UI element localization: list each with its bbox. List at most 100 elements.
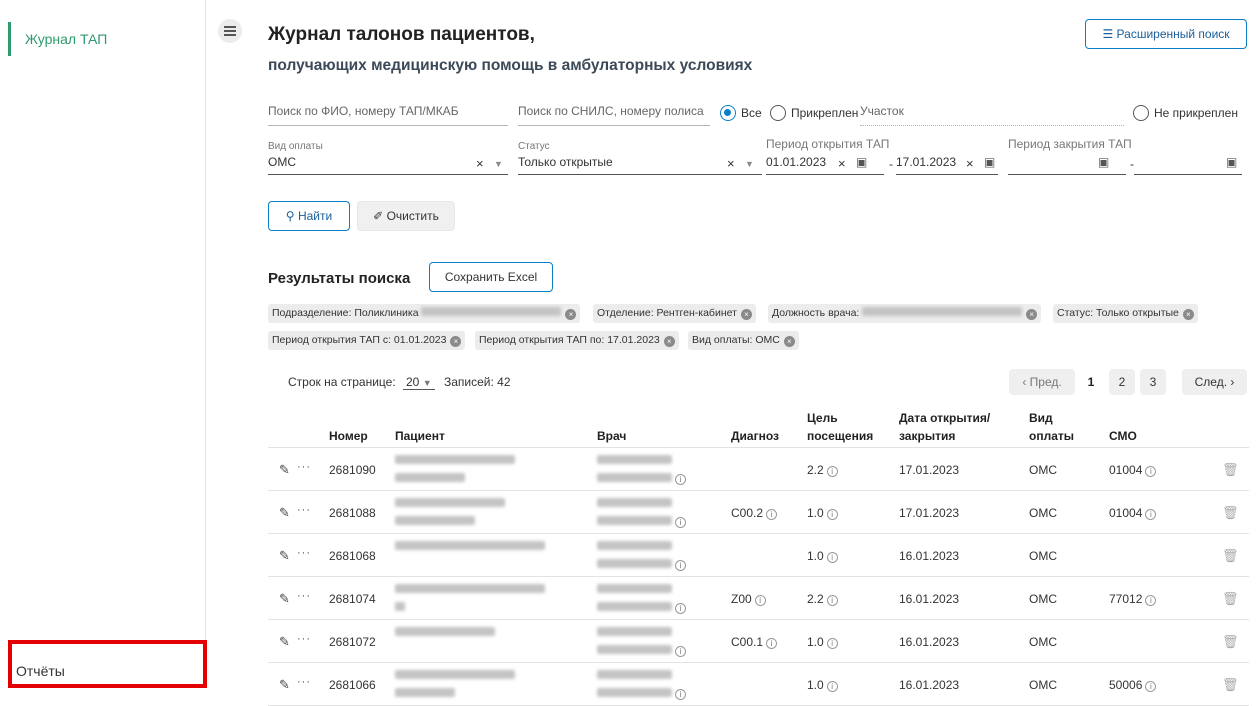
more-icon[interactable]: ··· — [297, 676, 311, 688]
more-icon[interactable]: ··· — [297, 461, 311, 473]
save-excel-button[interactable]: Сохранить Excel — [429, 262, 553, 292]
info-icon[interactable]: i — [675, 689, 686, 700]
calendar-icon[interactable]: ▣ — [984, 155, 995, 169]
remove-chip-icon[interactable]: × — [1182, 309, 1194, 320]
edit-icon[interactable]: ✎ — [279, 548, 290, 564]
chevron-down-icon[interactable]: ▼ — [494, 159, 503, 169]
cell-number[interactable]: 2681072 — [329, 635, 376, 649]
cell-number[interactable]: 2681090 — [329, 463, 376, 477]
snils-placeholder: Поиск по СНИЛС, номеру полиса — [518, 104, 704, 118]
fio-search-input[interactable]: Поиск по ФИО, номеру ТАП/МКАБ — [268, 104, 508, 126]
chevron-down-icon[interactable]: ▼ — [745, 159, 754, 169]
open-to-date[interactable]: 17.01.2023 × ▣ — [896, 155, 998, 175]
calendar-icon[interactable]: ▣ — [1098, 155, 1109, 169]
info-icon[interactable]: i — [754, 595, 766, 606]
delete-icon[interactable]: 🗑 — [1222, 591, 1239, 607]
pager-page-3[interactable]: 3 — [1140, 369, 1166, 395]
cell-patient — [395, 496, 505, 510]
pager-page-1[interactable]: 1 — [1078, 369, 1104, 395]
info-icon[interactable]: i — [675, 646, 686, 657]
info-icon[interactable]: i — [826, 552, 838, 563]
more-icon[interactable]: ··· — [297, 504, 311, 516]
col-number: Номер — [329, 429, 368, 443]
remove-chip-icon[interactable]: × — [1026, 309, 1038, 320]
open-from-date[interactable]: 01.01.2023 × ▣ — [766, 155, 884, 175]
cell-number[interactable]: 2681074 — [329, 592, 376, 606]
clear-icon[interactable]: × — [966, 156, 974, 171]
edit-icon[interactable]: ✎ — [279, 505, 290, 521]
col-goal: Цель — [807, 411, 838, 425]
cell-number[interactable]: 2681068 — [329, 549, 376, 563]
status-label: Статус — [518, 141, 550, 152]
clear-icon[interactable]: × — [727, 156, 735, 171]
delete-icon[interactable]: 🗑 — [1222, 462, 1239, 478]
uchastok-input[interactable]: Участок — [860, 104, 1124, 126]
more-icon[interactable]: ··· — [297, 633, 311, 645]
more-icon[interactable]: ··· — [297, 590, 311, 602]
cell-doctor — [597, 668, 672, 682]
info-icon[interactable]: i — [826, 595, 838, 606]
cell-doctor — [597, 625, 672, 639]
edit-icon[interactable]: ✎ — [279, 462, 290, 478]
radio-attached[interactable] — [770, 105, 786, 121]
delete-icon[interactable]: 🗑 — [1222, 677, 1239, 693]
remove-chip-icon[interactable]: × — [663, 336, 675, 347]
pager-next-button[interactable]: След. › — [1182, 369, 1247, 395]
info-icon[interactable]: i — [766, 509, 778, 520]
info-icon[interactable]: i — [1145, 509, 1157, 520]
info-icon[interactable]: i — [826, 638, 838, 649]
cell-patient-line2 — [395, 514, 475, 528]
chip-label: Статус: Только открытые — [1057, 307, 1179, 319]
status-select[interactable]: Только открытые × ▼ — [518, 155, 762, 175]
pager-prev-button[interactable]: ‹ Пред. — [1009, 369, 1075, 395]
filter-chip-open-from: Период открытия ТАП с: 01.01.2023 × — [268, 331, 466, 350]
delete-icon[interactable]: 🗑 — [1222, 634, 1239, 650]
radio-not-attached[interactable] — [1133, 105, 1149, 121]
info-icon[interactable]: i — [1145, 681, 1157, 692]
calendar-icon[interactable]: ▣ — [856, 155, 867, 169]
clear-icon[interactable]: × — [476, 156, 484, 171]
info-icon[interactable]: i — [826, 509, 838, 520]
pager-page-2[interactable]: 2 — [1109, 369, 1135, 395]
info-icon[interactable]: i — [766, 638, 778, 649]
radio-all-label: Все — [741, 106, 762, 120]
edit-icon[interactable]: ✎ — [279, 591, 290, 607]
diagnosis-value: C00.1 — [731, 635, 764, 649]
info-icon[interactable]: i — [675, 517, 686, 528]
snils-search-input[interactable]: Поиск по СНИЛС, номеру полиса — [518, 104, 710, 126]
remove-chip-icon[interactable]: × — [450, 336, 462, 347]
cell-number[interactable]: 2681088 — [329, 506, 376, 520]
close-to-date[interactable]: ▣ — [1134, 155, 1242, 175]
clear-icon[interactable]: × — [838, 156, 846, 171]
info-icon[interactable]: i — [675, 474, 686, 485]
cell-number[interactable]: 2681066 — [329, 678, 376, 692]
info-icon[interactable]: i — [826, 466, 838, 477]
menu-icon[interactable] — [218, 19, 242, 43]
extended-search-button[interactable]: ☰ Расширенный поиск — [1085, 19, 1247, 49]
rows-per-page-select[interactable]: 20 ▼ — [403, 375, 435, 390]
remove-chip-icon[interactable]: × — [740, 309, 752, 320]
info-icon[interactable]: i — [826, 681, 838, 692]
calendar-icon[interactable]: ▣ — [1226, 155, 1237, 169]
find-button[interactable]: ⚲ Найти — [268, 201, 350, 231]
edit-icon[interactable]: ✎ — [279, 634, 290, 650]
sidebar-item-tap-journal[interactable]: Журнал ТАП — [8, 22, 198, 56]
goal-value: 1.0 — [807, 506, 824, 520]
radio-all[interactable] — [720, 105, 736, 121]
delete-icon[interactable]: 🗑 — [1222, 505, 1239, 521]
edit-icon[interactable]: ✎ — [279, 677, 290, 693]
close-from-date[interactable]: ▣ — [1008, 155, 1126, 175]
more-icon[interactable]: ··· — [297, 547, 311, 559]
info-icon[interactable]: i — [675, 603, 686, 614]
info-icon[interactable]: i — [675, 560, 686, 571]
payment-select[interactable]: ОМС × ▼ — [268, 155, 508, 175]
clear-button[interactable]: ✐ Очистить — [357, 201, 455, 231]
sidebar-item-reports[interactable]: Отчёты — [16, 663, 65, 679]
info-icon[interactable]: i — [1145, 595, 1157, 606]
filter-chip-payment: Вид оплаты: ОМС × — [688, 331, 799, 350]
smo-value: 50006 — [1109, 678, 1143, 692]
delete-icon[interactable]: 🗑 — [1222, 548, 1239, 564]
remove-chip-icon[interactable]: × — [565, 309, 577, 320]
remove-chip-icon[interactable]: × — [783, 336, 795, 347]
info-icon[interactable]: i — [1145, 466, 1157, 477]
